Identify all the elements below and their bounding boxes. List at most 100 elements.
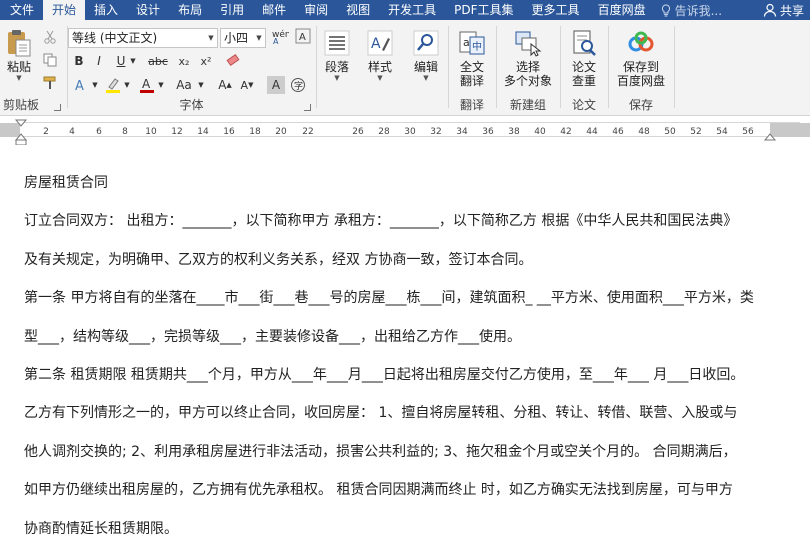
document-line: 第一条 甲方将自有的坐落在____市___街___巷___号的房屋___栋___… (24, 290, 754, 307)
tab-design[interactable]: 设计 (127, 0, 169, 20)
document-body[interactable]: 房屋租赁合同 订立合同双方： 出租方：_______，以下简称甲方 承租方：__… (24, 174, 784, 556)
clear-formatting-icon[interactable]: A (292, 27, 314, 45)
translate-icon: a中 (457, 28, 487, 58)
font-launcher-icon[interactable] (304, 104, 311, 111)
share-button[interactable]: 共享 (763, 0, 804, 20)
ruler-tick: 18 (249, 127, 261, 137)
subscript-icon[interactable]: x₂ (174, 52, 194, 70)
ruler-tick: 44 (586, 127, 598, 137)
ruler-tick: 22 (302, 127, 314, 137)
translate-label-1: 全文 (459, 60, 484, 74)
save-to-baidu-button[interactable]: 保存到 百度网盘 (611, 28, 671, 88)
tab-layout[interactable]: 布局 (169, 0, 211, 20)
group-label-translate: 翻译 (459, 98, 484, 112)
font-name-value: 等线 (中文正文) (72, 31, 158, 45)
change-case-wen-icon[interactable]: wén A (268, 27, 290, 45)
chevron-down-icon[interactable]: ▼ (377, 74, 382, 82)
editing-label: 编辑 (413, 60, 438, 74)
tab-baidu-netdisk[interactable]: 百度网盘 (589, 0, 655, 20)
chevron-down-icon[interactable]: ▼ (156, 76, 166, 94)
group-label-font: 字体 (179, 98, 204, 112)
shrink-font-icon[interactable]: A ▼ (238, 76, 256, 94)
tab-view[interactable]: 视图 (337, 0, 379, 20)
svg-text:A: A (371, 36, 381, 52)
tab-review[interactable]: 审阅 (295, 0, 337, 20)
chevron-down-icon[interactable]: ▼ (253, 29, 265, 47)
right-indent-marker-icon[interactable] (764, 132, 776, 141)
tab-mailings[interactable]: 邮件 (253, 0, 295, 20)
select-objects-icon (513, 28, 543, 58)
group-label-save: 保存 (628, 98, 653, 112)
paste-button[interactable]: 粘贴 ▼ (2, 28, 36, 82)
indent-marker-icon[interactable] (15, 119, 27, 145)
document-line: 他人调剂交换的; 2、利用承租房屋进行非法活动，损害公共利益的; 3、拖欠租金个… (24, 443, 737, 460)
paste-dropdown-icon[interactable]: ▼ (16, 74, 21, 82)
tab-more-tools[interactable]: 更多工具 (523, 0, 589, 20)
tab-home[interactable]: 开始 (43, 0, 86, 20)
full-text-translate-button[interactable]: a中 全文 翻译 (451, 28, 493, 88)
tab-pdf-tools[interactable]: PDF工具集 (445, 0, 522, 20)
text-effects-eraser-icon[interactable] (224, 52, 242, 70)
text-effects-icon[interactable]: A (72, 76, 90, 94)
chevron-down-icon[interactable]: ▼ (122, 76, 132, 94)
chevron-down-icon[interactable]: ▼ (205, 29, 217, 47)
group-label-new-group: 新建组 (509, 98, 546, 112)
paragraph-button[interactable]: 段落 ▼ (319, 28, 355, 82)
ruler-tick: 2 (43, 127, 49, 137)
group-clipboard: 粘贴 ▼ 剪贴板 (0, 20, 66, 116)
character-shading-icon[interactable]: A (267, 76, 285, 94)
cut-icon[interactable] (41, 28, 59, 46)
editing-button[interactable]: 编辑 ▼ (407, 28, 445, 82)
bold-icon[interactable]: B (70, 52, 88, 70)
tell-me-search[interactable]: 告诉我... (661, 2, 722, 19)
document-line: 如甲方仍继续出租房屋的，乙方拥有优先承租权。 租赁合同因期满而终止 时，如乙方确… (24, 482, 733, 499)
strikethrough-icon[interactable]: abc (144, 52, 172, 70)
chevron-down-icon[interactable]: ▼ (196, 76, 206, 94)
superscript-icon[interactable]: x² (196, 52, 216, 70)
chevron-down-icon[interactable]: ▼ (128, 52, 138, 70)
change-case-icon[interactable]: Aa (172, 76, 196, 94)
thesis-label-1: 论文 (571, 60, 596, 74)
ruler-tick: 14 (197, 127, 209, 137)
save-label-1: 保存到 (622, 60, 659, 74)
italic-icon[interactable]: I (90, 52, 108, 70)
select-multiple-objects-button[interactable]: 选择 多个对象 (499, 28, 557, 88)
svg-text:A: A (142, 77, 151, 91)
ruler-tick: 46 (612, 127, 624, 137)
tell-me-label: 告诉我... (674, 3, 723, 18)
select-objects-label-1: 选择 (515, 60, 540, 74)
group-font: 等线 (中文正文) ▼ 小四 ▼ wén A A B I U ▼ abc x₂ x… (68, 20, 315, 116)
highlight-color-icon[interactable] (104, 76, 122, 94)
ruler-tick: 12 (171, 127, 183, 137)
tab-insert[interactable]: 插入 (85, 0, 127, 20)
tab-references[interactable]: 引用 (211, 0, 253, 20)
font-size-combo[interactable]: 小四 ▼ (220, 28, 266, 48)
enclose-characters-icon[interactable]: 字 (289, 76, 307, 94)
ruler-tick: 38 (508, 127, 520, 137)
font-name-combo[interactable]: 等线 (中文正文) ▼ (68, 28, 218, 48)
ruler-tick: 16 (223, 127, 235, 137)
grow-font-icon[interactable]: A ▲ (216, 76, 234, 94)
thesis-check-button[interactable]: 论文 查重 (563, 28, 605, 88)
format-painter-icon[interactable] (41, 74, 59, 92)
copy-icon[interactable] (41, 51, 59, 69)
chevron-down-icon[interactable]: ▼ (90, 76, 100, 94)
group-paragraph: 段落 ▼ (317, 20, 357, 116)
horizontal-ruler[interactable]: 2 4 6 8 10 12 14 16 18 20 22 26 28 30 32… (0, 119, 810, 145)
paste-icon (4, 28, 34, 58)
tab-developer[interactable]: 开发工具 (379, 0, 445, 20)
styles-button[interactable]: A 样式 ▼ (362, 28, 398, 82)
chevron-down-icon[interactable]: ▼ (423, 74, 428, 82)
ruler-tick: 34 (456, 127, 468, 137)
chevron-down-icon[interactable]: ▼ (334, 74, 339, 82)
ruler-tick: 40 (534, 127, 546, 137)
group-editing: 编辑 ▼ (405, 20, 447, 116)
clipboard-launcher-icon[interactable] (54, 104, 61, 111)
svg-text:A: A (75, 79, 84, 93)
ribbon: 粘贴 ▼ 剪贴板 等线 (中文正文) ▼ 小四 ▼ wén A A B I U … (0, 20, 810, 116)
document-line: 第二条 租赁期限 租赁期共___个月，甲方从___年___月___日起将出租房屋… (24, 366, 745, 383)
font-color-icon[interactable]: A (138, 76, 156, 94)
ruler-tick: 32 (430, 127, 442, 137)
ruler-tick: 8 (122, 127, 128, 137)
tab-file[interactable]: 文件 (0, 0, 43, 20)
